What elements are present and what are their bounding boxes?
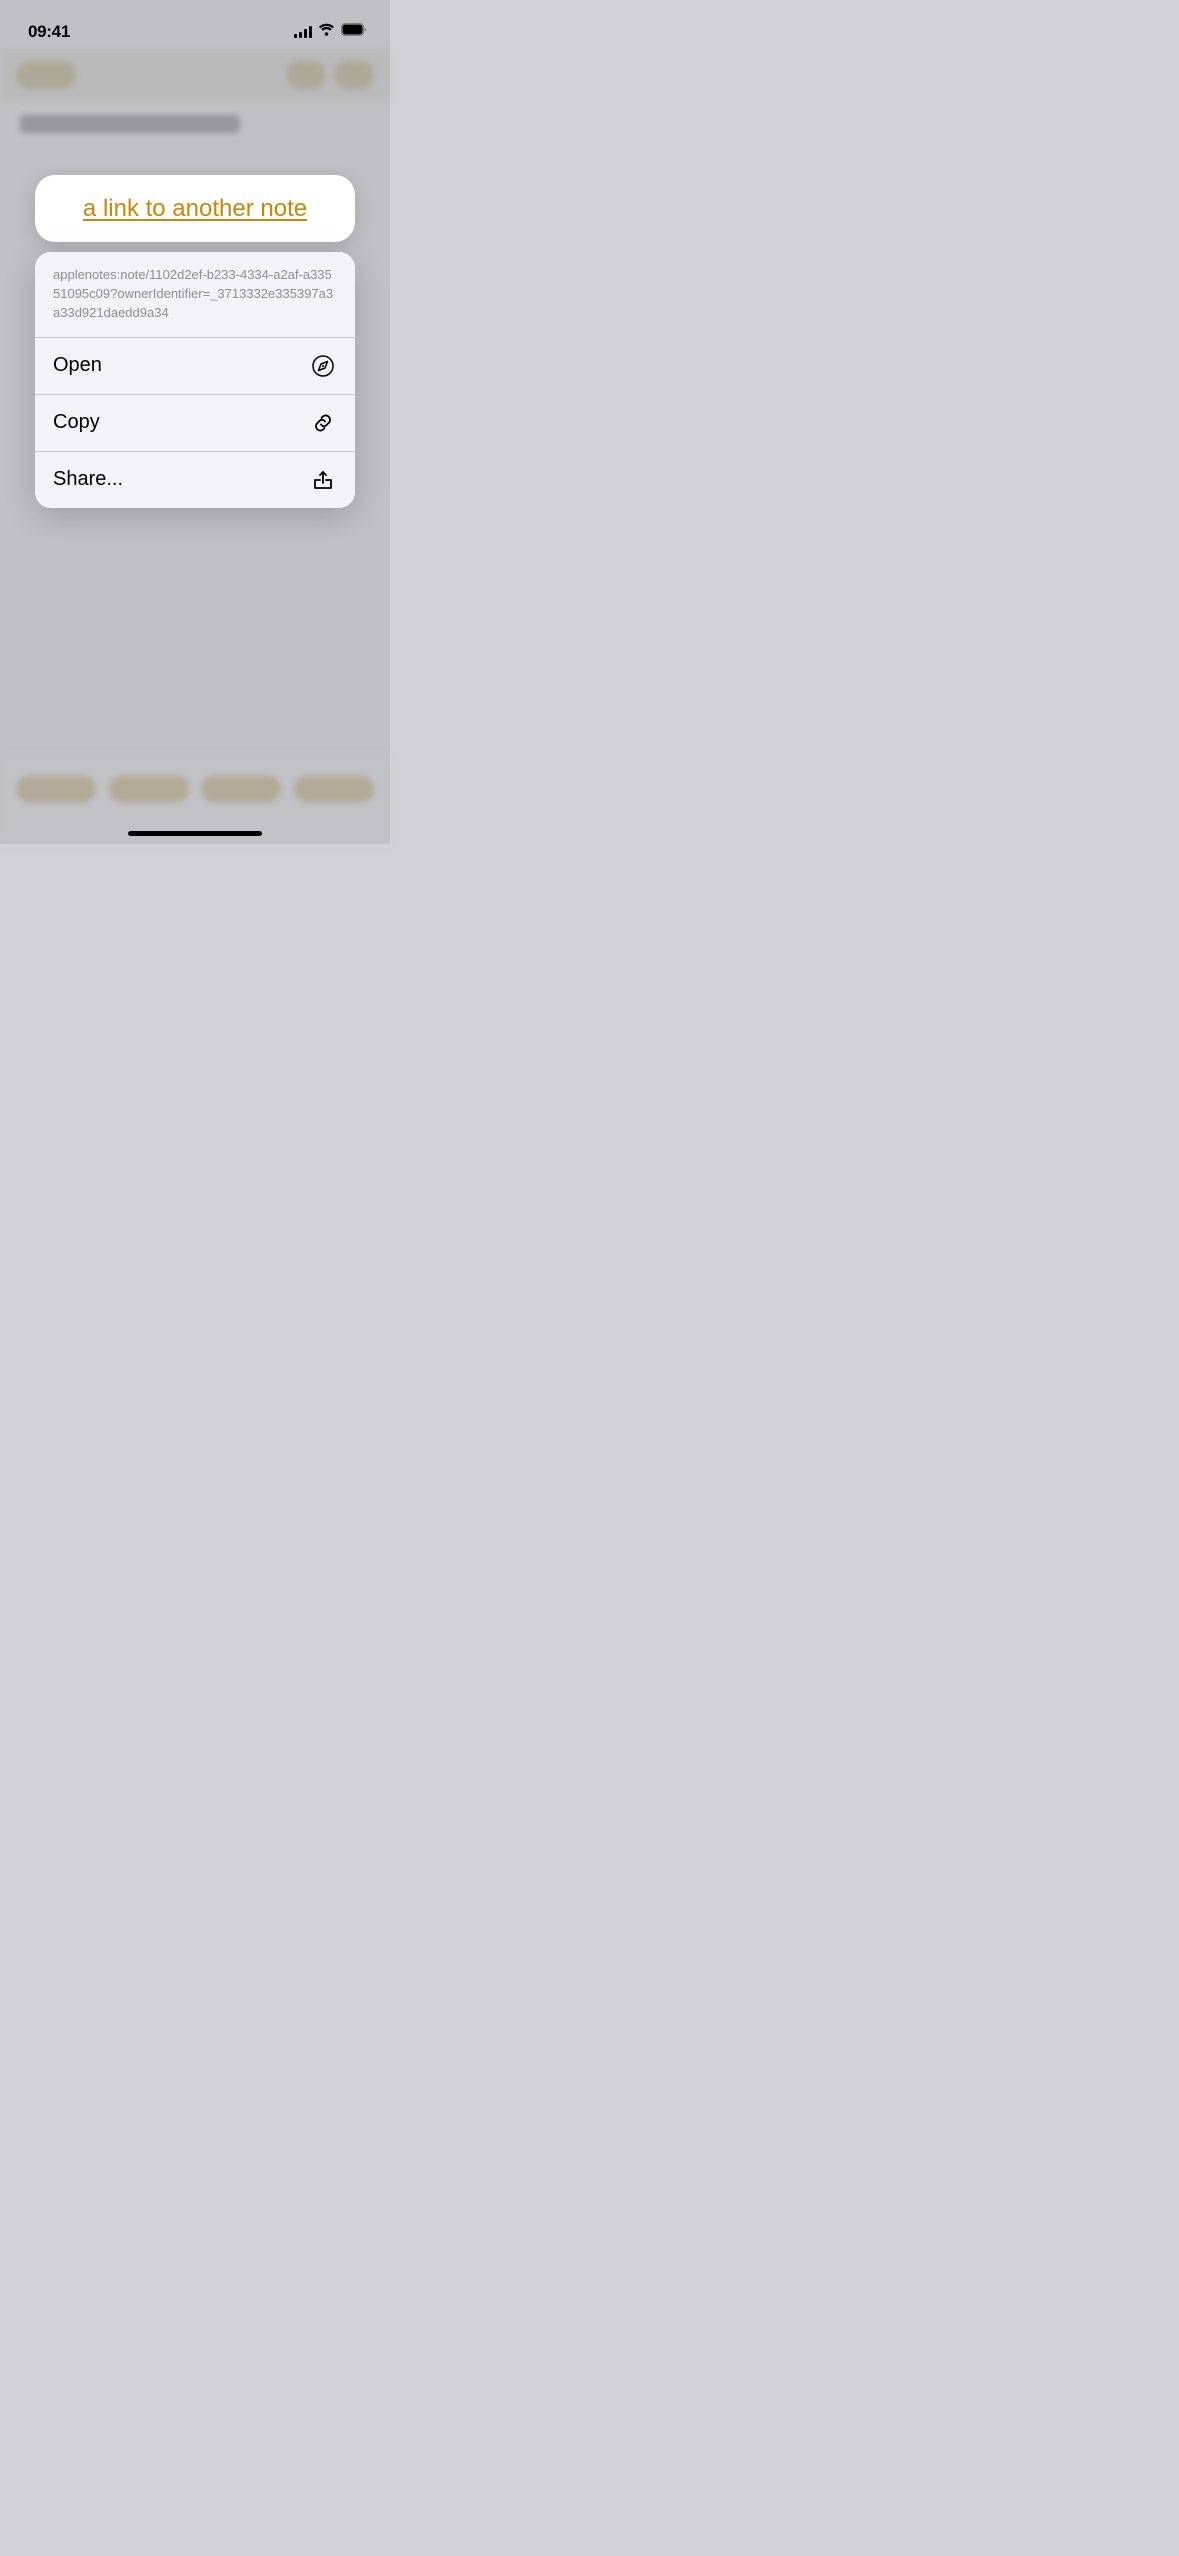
open-menu-item[interactable]: Open (35, 338, 355, 395)
home-indicator (128, 831, 262, 836)
battery-icon (341, 23, 368, 41)
popup-area: a link to another note applenotes:note/1… (0, 0, 390, 844)
status-bar: 09:41 (0, 0, 390, 50)
share-menu-item[interactable]: Share... (35, 452, 355, 508)
status-icons (294, 23, 368, 41)
context-menu: applenotes:note/1102d2ef-b233-4334-a2af-… (35, 252, 355, 508)
compass-icon (309, 352, 337, 380)
status-time: 09:41 (28, 22, 70, 42)
wifi-icon (318, 23, 335, 41)
open-label: Open (53, 354, 102, 377)
copy-label: Copy (53, 411, 100, 434)
link-text: a link to another note (83, 193, 307, 224)
link-icon (309, 409, 337, 437)
copy-menu-item[interactable]: Copy (35, 395, 355, 452)
url-text: applenotes:note/1102d2ef-b233-4334-a2af-… (53, 267, 333, 320)
url-section: applenotes:note/1102d2ef-b233-4334-a2af-… (35, 252, 355, 338)
share-label: Share... (53, 468, 123, 491)
signal-icon (294, 26, 312, 38)
link-bubble: a link to another note (35, 175, 355, 242)
share-icon (309, 466, 337, 494)
